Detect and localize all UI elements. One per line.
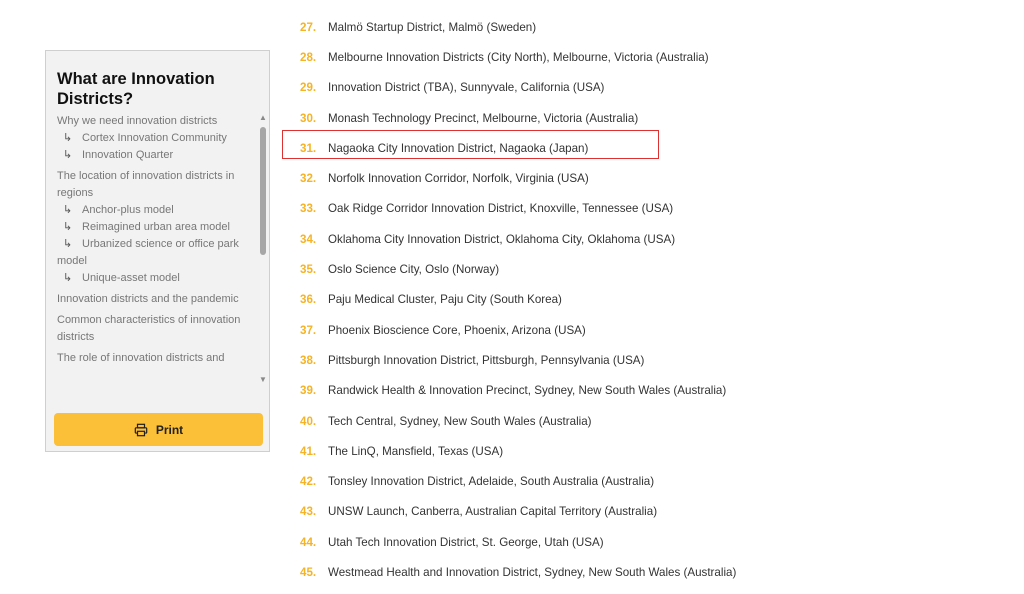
list-item: 40. Tech Central, Sydney, New South Wales…	[300, 406, 1000, 436]
list-item-number: 42.	[300, 475, 317, 489]
list-item: 32. Norfolk Innovation Corridor, Norfolk,…	[300, 163, 1000, 193]
list-item-number: 34.	[300, 232, 317, 246]
list-item: 29. Innovation District (TBA), Sunnyvale,…	[300, 73, 1000, 103]
list-item-text: Melbourne Innovation Districts (City Nor…	[328, 50, 709, 64]
toc-scrollbar[interactable]: ▲ ▼	[258, 113, 268, 385]
list-item: 44. Utah Tech Innovation District, St. Ge…	[300, 527, 1000, 557]
list-item: 41. The LinQ, Mansfield, Texas (USA)	[300, 436, 1000, 466]
list-item-number: 40.	[300, 414, 317, 428]
print-label: Print	[155, 422, 184, 437]
list-item-number: 45.	[300, 565, 317, 579]
toc-sublink[interactable]: ↳ Unique-asset model	[57, 270, 244, 287]
toc-sublink[interactable]: ↳ Urbanized science or office park model	[57, 236, 244, 270]
sub-arrow-icon: ↳	[63, 149, 73, 161]
toc-link[interactable]: The location of innovation districts in …	[57, 168, 244, 202]
list-item-number: 41.	[300, 444, 317, 458]
list-item-text: Pittsburgh Innovation District, Pittsbur…	[328, 353, 645, 367]
list-item-text: Tech Central, Sydney, New South Wales (A…	[328, 414, 592, 428]
list-item-text: Norfolk Innovation Corridor, Norfolk, Vi…	[328, 172, 589, 186]
list-item-number: 36.	[300, 293, 317, 307]
list-item-text: Randwick Health & Innovation Precinct, S…	[328, 384, 727, 398]
list-item-text: The LinQ, Mansfield, Texas (USA)	[328, 444, 504, 458]
highlight-box	[282, 130, 659, 159]
toc-link-label: Anchor-plus model	[82, 204, 174, 216]
toc-sublink[interactable]: ↳ Anchor-plus model	[57, 202, 244, 219]
list-item-text: Utah Tech Innovation District, St. Georg…	[328, 535, 604, 549]
toc-sublink[interactable]: ↳ Innovation Quarter	[57, 147, 244, 164]
toc-link-label: Reimagined urban area model	[82, 221, 230, 233]
sub-arrow-icon: ↳	[63, 204, 73, 216]
toc-link-label: Urbanized science or office park model	[57, 238, 239, 267]
list-item-number: 37.	[300, 323, 317, 337]
list-item-number: 28.	[300, 50, 317, 64]
list-item-text: Tonsley Innovation District, Adelaide, S…	[328, 475, 655, 489]
toc-list: Why we need innovation districts ↳ Cortex …	[46, 113, 270, 367]
toc-sublink[interactable]: ↳ Cortex Innovation Community	[57, 130, 244, 147]
table-of-contents: What are Innovation Districts? Why we ne…	[45, 50, 270, 452]
list-item: 28. Melbourne Innovation Districts (City …	[300, 42, 1000, 72]
toc-link-label: Cortex Innovation Community	[82, 132, 227, 144]
list-item-number: 39.	[300, 384, 317, 398]
scroll-up-arrow-icon[interactable]: ▲	[258, 113, 268, 123]
list-item-text: Oak Ridge Corridor Innovation District, …	[328, 202, 674, 216]
toc-link-label: The location of innovation districts in …	[57, 170, 235, 199]
toc-link-label: Common characteristics of innovation dis…	[57, 314, 241, 343]
toc-link[interactable]: Common characteristics of innovation dis…	[57, 312, 244, 346]
list-item-text: Westmead Health and Innovation District,…	[328, 565, 737, 579]
list-item-number: 33.	[300, 202, 317, 216]
list-item-number: 43.	[300, 505, 317, 519]
list-item-text: Oslo Science City, Oslo (Norway)	[328, 263, 500, 277]
list-item-text: Oklahoma City Innovation District, Oklah…	[328, 232, 676, 246]
list-item: 27. Malmö Startup District, Malmö (Sweden…	[300, 12, 1000, 42]
sub-arrow-icon: ↳	[63, 272, 73, 284]
list-item-number: 35.	[300, 263, 317, 277]
list-item-number: 29.	[300, 81, 317, 95]
toc-link[interactable]: Innovation districts and the pandemic	[57, 291, 244, 308]
list-item-text: UNSW Launch, Canberra, Australian Capita…	[328, 505, 658, 519]
list-item: 37. Phoenix Bioscience Core, Phoenix, Ari…	[300, 315, 1000, 345]
toc-link[interactable]: The role of innovation districts and	[57, 350, 244, 367]
list-item-number: 32.	[300, 172, 317, 186]
list-item: 35. Oslo Science City, Oslo (Norway)	[300, 254, 1000, 284]
list-item: 39. Randwick Health & Innovation Precinct…	[300, 376, 1000, 406]
list-item: 38. Pittsburgh Innovation District, Pitts…	[300, 345, 1000, 375]
list-item-number: 30.	[300, 111, 317, 125]
scroll-down-arrow-icon[interactable]: ▼	[258, 375, 268, 385]
toc-link-label: The role of innovation districts and	[57, 352, 225, 364]
list-item: 33. Oak Ridge Corridor Innovation Distric…	[300, 194, 1000, 224]
toc-link-label: Why we need innovation districts	[57, 115, 218, 127]
list-item: 42. Tonsley Innovation District, Adelaide…	[300, 466, 1000, 496]
list-item: 36. Paju Medical Cluster, Paju City (Sout…	[300, 285, 1000, 315]
list-item: 43. UNSW Launch, Canberra, Australian Cap…	[300, 497, 1000, 527]
list-item: 45. Westmead Health and Innovation Distri…	[300, 557, 1000, 587]
sub-arrow-icon: ↳	[63, 238, 73, 250]
list-item-number: 38.	[300, 353, 317, 367]
print-button[interactable]: Print	[54, 413, 263, 446]
list-item-text: Innovation District (TBA), Sunnyvale, Ca…	[328, 81, 605, 95]
toc-link-label: Unique-asset model	[82, 272, 180, 284]
sub-arrow-icon: ↳	[63, 221, 73, 233]
list-item: 30. Monash Technology Precinct, Melbourne…	[300, 103, 1000, 133]
list-item-number: 27.	[300, 20, 317, 34]
printer-icon	[134, 423, 148, 436]
innovation-district-list: 27. Malmö Startup District, Malmö (Sweden…	[300, 12, 1000, 588]
list-item-text: Paju Medical Cluster, Paju City (South K…	[328, 293, 562, 307]
toc-link-label: Innovation Quarter	[82, 149, 174, 161]
list-item-text: Malmö Startup District, Malmö (Sweden)	[328, 20, 537, 34]
toc-sublink[interactable]: ↳ Reimagined urban area model	[57, 219, 244, 236]
list-item-number: 44.	[300, 535, 317, 549]
list-item-text: Phoenix Bioscience Core, Phoenix, Arizon…	[328, 323, 586, 337]
list-item: 34. Oklahoma City Innovation District, Ok…	[300, 224, 1000, 254]
toc-title: What are Innovation Districts?	[57, 70, 215, 108]
toc-scroll-area[interactable]: Why we need innovation districts ↳ Cortex …	[46, 113, 270, 440]
scrollbar-thumb[interactable]	[260, 127, 266, 255]
toc-link-label: Innovation districts and the pandemic	[57, 293, 239, 305]
list-item-text: Monash Technology Precinct, Melbourne, V…	[328, 111, 639, 125]
toc-link[interactable]: Why we need innovation districts	[57, 113, 244, 130]
sub-arrow-icon: ↳	[63, 132, 73, 144]
